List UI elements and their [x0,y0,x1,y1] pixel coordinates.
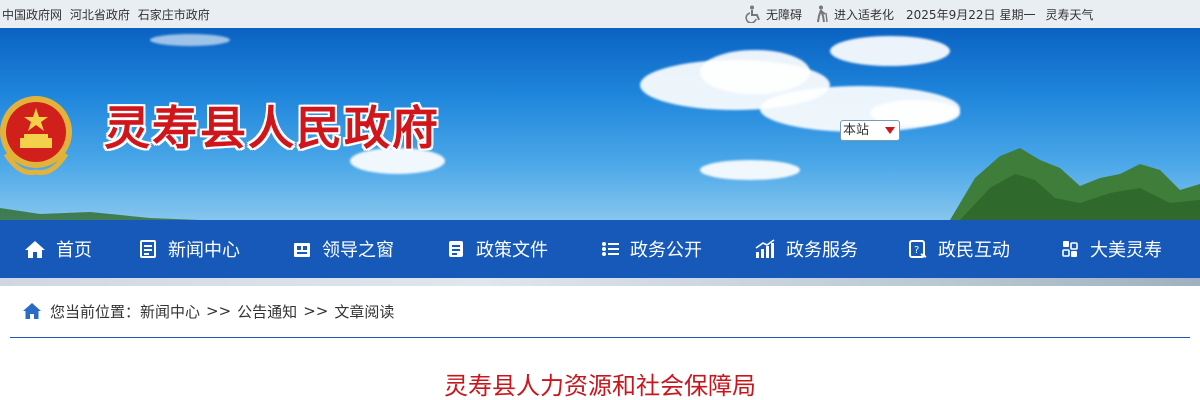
nav-item-interaction[interactable]: ? 政民互动 [908,220,1060,278]
breadcrumb-item-news[interactable]: 新闻中心 [140,301,200,322]
government-links: 中国政府网 河北省政府 石家庄市政府 [2,6,214,23]
nav-label: 政务服务 [786,240,858,261]
search-scope-value: 本站 [843,123,870,138]
main-navigation: 首页 新闻中心 领导之窗 政策文件 政务公开 政务服务 ? 政民互动 大美灵寿 [0,220,1200,278]
nav-label: 政策文件 [476,240,548,261]
nav-label: 领导之窗 [322,240,394,261]
dropdown-caret-icon [885,127,895,134]
nav-label: 首页 [56,240,92,261]
date-text: 2025年9月22日 [906,7,996,22]
wheelchair-icon [745,5,760,23]
breadcrumb-item-notices[interactable]: 公告通知 [237,301,297,322]
weekday-text: 星期一 [999,7,1036,22]
list-icon [602,242,619,256]
link-hebei-gov[interactable]: 河北省政府 [70,8,130,22]
breadcrumb-separator: >> [206,302,232,320]
nav-label: 政务公开 [630,240,702,261]
nav-item-news[interactable]: 新闻中心 [138,220,292,278]
search-scope-select[interactable]: 本站 [840,120,900,141]
svg-text:?: ? [914,245,919,256]
link-shijiazhuang-gov[interactable]: 石家庄市政府 [138,8,210,22]
tiles-icon [1062,241,1078,257]
interaction-icon: ? [909,240,927,258]
accessibility-label: 无障碍 [766,7,803,22]
nav-label: 大美灵寿 [1090,240,1162,261]
nav-item-leaders[interactable]: 领导之窗 [292,220,446,278]
national-emblem-icon [0,96,72,176]
nav-item-services[interactable]: 政务服务 [754,220,908,278]
header-banner: 灵寿县人民政府 本站 [0,28,1200,220]
nav-item-home[interactable]: 首页 [0,220,138,278]
leaders-icon [294,243,310,257]
policy-document-icon [449,241,463,257]
link-central-gov[interactable]: 中国政府网 [2,8,62,22]
decorative-strip [0,278,1200,286]
home-icon [25,241,45,258]
nav-item-open-affairs[interactable]: 政务公开 [600,220,754,278]
elderly-icon [817,5,828,23]
accessibility-link[interactable]: 无障碍 [744,5,802,23]
news-icon [140,240,156,258]
elderly-mode-link[interactable]: 进入适老化 [814,5,894,23]
site-title: 灵寿县人民政府 [104,101,440,155]
nav-label: 新闻中心 [168,240,240,261]
top-utility-bar: 中国政府网 河北省政府 石家庄市政府 无障碍 进入适老化 2025年9月22日 … [0,0,1200,28]
divider [10,337,1190,338]
nav-item-policy[interactable]: 政策文件 [446,220,600,278]
home-icon [23,303,41,319]
breadcrumb-prefix: 您当前位置： [50,302,141,321]
breadcrumb-item-article: 文章阅读 [334,302,395,321]
breadcrumb-separator: >> [303,302,329,320]
chart-icon [755,239,775,258]
elderly-mode-label: 进入适老化 [834,7,895,22]
date-display: 2025年9月22日 星期一 [906,6,1035,23]
nav-label: 政民互动 [938,240,1010,261]
weather-label: 灵寿天气 [1045,7,1094,22]
breadcrumb: 您当前位置： 新闻中心 >> 公告通知 >> 文章阅读 [22,300,394,322]
content-area: 您当前位置： 新闻中心 >> 公告通知 >> 文章阅读 灵寿县人力资源和社会保障… [10,286,1190,400]
nav-item-scenery[interactable]: 大美灵寿 [1060,220,1200,278]
article-title: 灵寿县人力资源和社会保障局 [444,372,756,400]
weather-link[interactable]: 灵寿天气 [1046,6,1094,23]
